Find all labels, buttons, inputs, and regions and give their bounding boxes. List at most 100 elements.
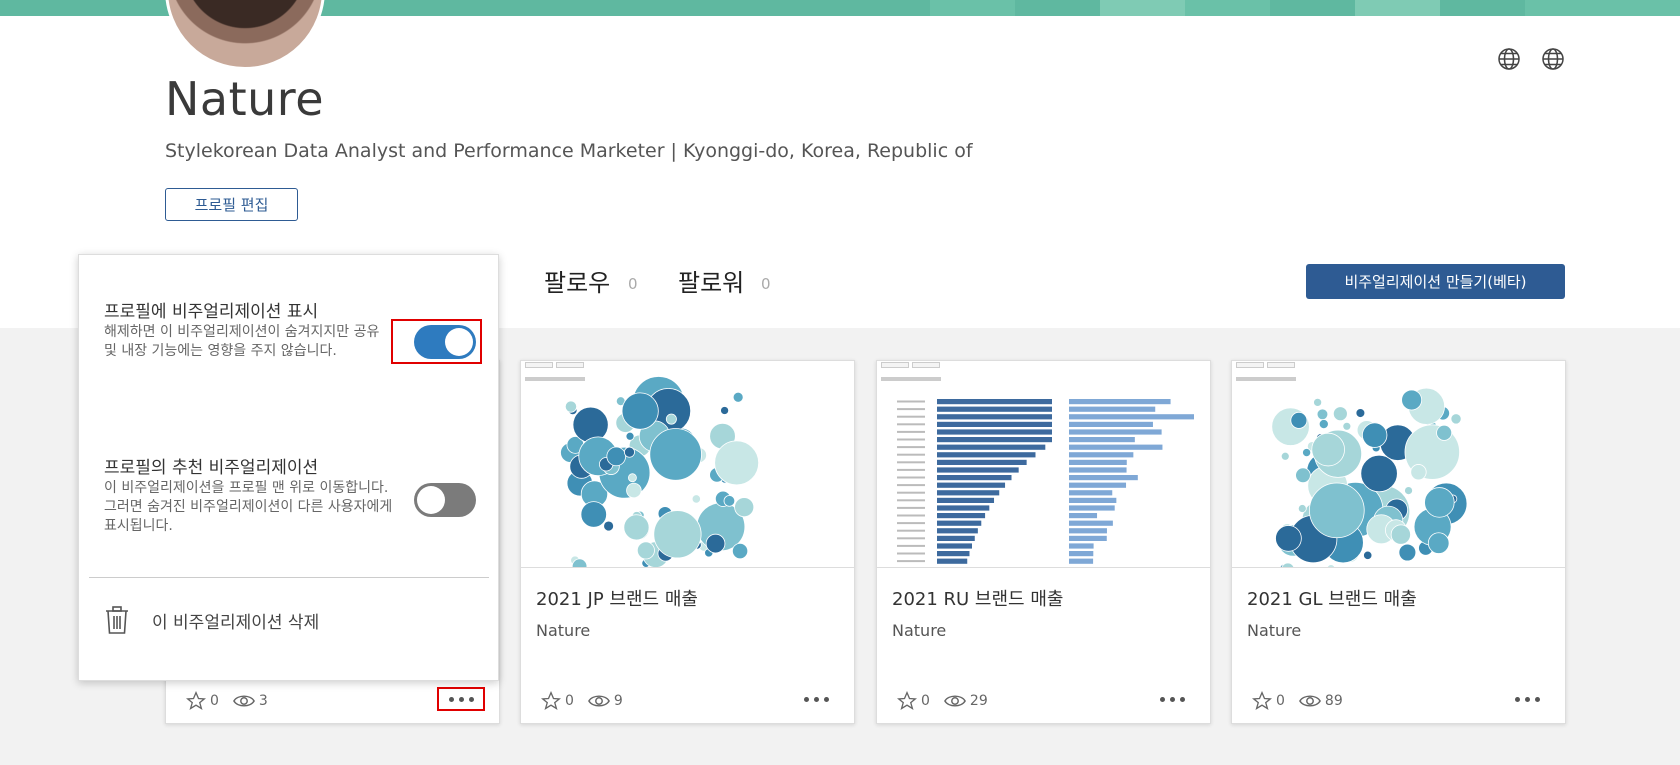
bubble-mark	[1318, 419, 1329, 430]
bar-label-mark	[897, 446, 925, 449]
viz-card[interactable]: 2021 RU 브랜드 매출 Nature 0 29	[876, 360, 1211, 724]
bubble-mark	[720, 406, 730, 415]
bar-label-mark	[897, 423, 925, 426]
view-count: 89	[1324, 693, 1343, 709]
view-count: 3	[258, 693, 268, 709]
bar-mark	[937, 513, 986, 519]
bar-label-mark	[897, 514, 925, 517]
bubble-mark	[1332, 406, 1348, 422]
more-options-button[interactable]	[437, 687, 485, 711]
bubble-mark	[731, 542, 749, 560]
bubble-mark	[1342, 421, 1352, 431]
bar-mark	[937, 444, 1046, 450]
bar-mark	[1069, 421, 1153, 427]
bar-mark	[1069, 535, 1107, 541]
tab-followers[interactable]: 팔로워	[678, 263, 744, 298]
star-count: 0	[565, 693, 574, 709]
card-author[interactable]: Nature	[892, 621, 946, 640]
card-stats: 0 89	[1252, 691, 1357, 711]
followers-count: 0	[761, 275, 771, 293]
bar-mark	[1069, 414, 1194, 420]
card-title[interactable]: 2021 RU 브랜드 매출	[892, 585, 1063, 611]
bubble-mark	[1401, 389, 1423, 411]
bar-label-mark	[897, 438, 925, 441]
bar-mark	[1069, 452, 1134, 458]
edit-profile-button[interactable]: 프로필 편집	[165, 188, 298, 221]
bar-label-mark	[897, 415, 925, 418]
bar-mark	[1069, 399, 1171, 405]
create-visualization-button[interactable]: 비주얼리제이션 만들기(베타)	[1306, 264, 1565, 299]
bar-mark	[937, 459, 1027, 465]
bar-mark	[1069, 406, 1156, 412]
card-author[interactable]: Nature	[1247, 621, 1301, 640]
bubble-mark	[649, 428, 702, 481]
profile-name: Nature	[165, 72, 324, 126]
show-on-profile-toggle[interactable]	[414, 325, 476, 359]
featured-title: 프로필의 추천 비주얼리제이션	[104, 458, 319, 478]
bubble-mark	[636, 541, 655, 560]
star-count: 0	[210, 693, 219, 709]
bubble-mark	[732, 391, 744, 403]
star-icon[interactable]	[541, 691, 561, 711]
bubble-mark	[723, 495, 736, 507]
bubble-mark	[623, 514, 650, 541]
bubble-mark	[626, 482, 642, 499]
profile-description: Stylekorean Data Analyst and Performance…	[165, 140, 973, 162]
bar-mark	[1069, 444, 1163, 450]
bubble-mark	[665, 413, 677, 425]
view-count: 9	[613, 693, 623, 709]
bar-mark	[1069, 551, 1094, 557]
bubble-mark	[1436, 424, 1453, 441]
bar-mark	[937, 467, 1019, 473]
viz-thumbnail[interactable]	[521, 361, 854, 568]
star-icon[interactable]	[897, 691, 917, 711]
bar-mark	[937, 399, 1052, 405]
viz-thumbnail[interactable]	[1232, 361, 1565, 568]
bubble-mark	[653, 510, 702, 559]
globe-icon[interactable]	[1497, 47, 1521, 71]
bubble-mark	[1450, 413, 1462, 425]
bar-mark	[1069, 505, 1115, 511]
viz-card[interactable]: 2021 JP 브랜드 매출 Nature 0 9	[520, 360, 855, 724]
card-author[interactable]: Nature	[536, 621, 590, 640]
delete-visualization-button[interactable]: 이 비주얼리제이션 삭제	[104, 605, 319, 635]
bar-mark	[937, 406, 1052, 412]
featured-description: 이 비주얼리제이션을 프로필 맨 위로 이동합니다. 그러면 숨겨진 비주얼리제…	[104, 480, 393, 534]
star-icon[interactable]	[1252, 691, 1272, 711]
star-icon[interactable]	[186, 691, 206, 711]
viz-thumbnail[interactable]	[877, 361, 1210, 568]
bar-mark	[937, 490, 1000, 496]
viz-card[interactable]: 2021 GL 브랜드 매출 Nature 0 89	[1231, 360, 1566, 724]
bar-label-mark	[897, 529, 925, 532]
eye-icon	[587, 695, 610, 707]
tab-following[interactable]: 팔로우	[544, 263, 610, 298]
bar-mark	[1069, 497, 1117, 503]
bar-label-mark	[897, 552, 925, 555]
featured-toggle[interactable]	[414, 483, 476, 517]
bubble-mark	[1355, 408, 1366, 418]
bubble-mark	[628, 473, 637, 483]
globe-icon[interactable]	[1541, 47, 1565, 71]
bar-label-mark	[897, 453, 925, 456]
bar-mark	[937, 520, 982, 526]
card-title[interactable]: 2021 GL 브랜드 매출	[1247, 585, 1417, 611]
bar-mark	[1069, 558, 1094, 564]
avatar[interactable]	[165, 0, 325, 70]
more-options-button[interactable]	[1148, 687, 1196, 711]
bar-label-mark	[897, 506, 925, 509]
bubble-mark	[606, 446, 627, 467]
bar-label-mark	[897, 484, 925, 487]
bubble-mark	[580, 501, 607, 528]
bubble-mark	[1363, 550, 1373, 560]
bar-mark	[1069, 459, 1127, 465]
bar-mark	[1069, 520, 1113, 526]
card-title[interactable]: 2021 JP 브랜드 매출	[536, 585, 698, 611]
bar-label-mark	[897, 430, 925, 433]
bubble-mark	[734, 497, 755, 518]
more-options-button[interactable]	[1503, 687, 1551, 711]
card-stats: 0 3	[186, 691, 282, 711]
bar-mark	[937, 429, 1052, 435]
bar-label-mark	[897, 544, 925, 547]
bubble-mark	[1410, 464, 1427, 481]
more-options-button[interactable]	[792, 687, 840, 711]
